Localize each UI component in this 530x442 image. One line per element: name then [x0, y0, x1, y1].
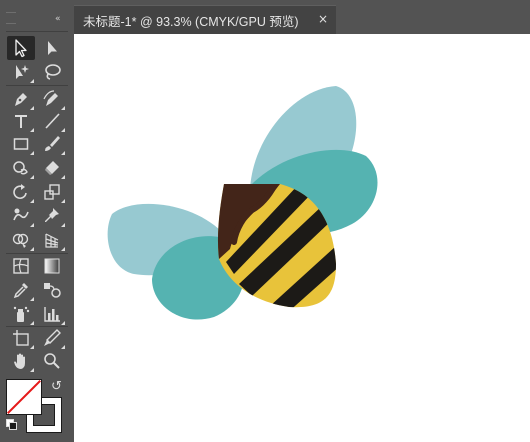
pen-tool[interactable] — [7, 87, 35, 111]
shape-builder-tool[interactable] — [7, 228, 35, 252]
mesh-tool[interactable] — [7, 254, 35, 278]
eraser-icon — [45, 161, 59, 175]
mesh-icon — [13, 258, 29, 274]
paintbrush-tool[interactable] — [38, 132, 66, 156]
white-arrow-icon — [48, 41, 57, 55]
zoom-tool[interactable] — [38, 349, 66, 373]
panel-grip[interactable] — [6, 12, 16, 24]
scale-icon — [44, 184, 60, 200]
fill-stroke-swatches: ↺ — [6, 377, 68, 442]
line-icon — [45, 113, 60, 129]
type-icon — [15, 115, 27, 128]
selection-tool[interactable] — [7, 36, 35, 60]
magic-wand-tool[interactable] — [7, 60, 35, 84]
arrow-icon — [15, 39, 27, 58]
artboard-tool[interactable] — [7, 326, 35, 350]
blend-icon — [44, 283, 61, 298]
magic-wand-icon — [16, 65, 29, 79]
close-icon[interactable]: × — [318, 12, 328, 26]
default-fill-stroke-icon[interactable] — [6, 419, 17, 430]
magnifier-icon — [44, 353, 60, 369]
knife-icon — [44, 329, 61, 346]
pin-icon — [45, 208, 59, 222]
fill-swatch[interactable] — [6, 379, 42, 415]
rectangle-tool[interactable] — [7, 132, 35, 156]
direct-selection-tool[interactable] — [38, 36, 66, 60]
collapse-panel-icon[interactable]: « — [55, 14, 61, 24]
rectangle-icon — [13, 138, 29, 150]
none-color-slash — [7, 380, 41, 414]
shaper-icon — [13, 161, 28, 175]
lasso-tool[interactable] — [38, 60, 66, 84]
shaper-tool[interactable] — [7, 156, 35, 180]
blend-tool[interactable] — [38, 278, 66, 302]
hand-tool[interactable] — [7, 349, 35, 373]
tools-panel: « ↺ — [0, 0, 74, 442]
warp-tool[interactable] — [7, 204, 35, 228]
bee-illustration[interactable] — [74, 34, 530, 442]
curvature-tool[interactable] — [38, 87, 66, 111]
hand-icon — [14, 353, 25, 369]
perspective-grid-icon — [45, 233, 59, 248]
symbol-sprayer-tool[interactable] — [7, 302, 35, 326]
artboard-canvas[interactable] — [74, 34, 530, 442]
gradient-tool[interactable] — [38, 254, 66, 278]
perspective-grid-tool[interactable] — [38, 228, 66, 252]
eyedropper-icon — [13, 283, 28, 299]
column-graph-tool[interactable] — [38, 302, 66, 326]
bar-graph-icon — [44, 307, 60, 322]
swap-fill-stroke-icon[interactable]: ↺ — [51, 379, 62, 394]
artboard-icon — [13, 330, 29, 346]
rotate-tool[interactable] — [7, 180, 35, 204]
brush-icon — [45, 136, 60, 151]
eyedropper-tool[interactable] — [7, 278, 35, 302]
puppet-warp-tool[interactable] — [38, 204, 66, 228]
divider — [6, 85, 68, 86]
shape-builder-icon — [12, 233, 29, 248]
divider — [6, 31, 68, 32]
warp-icon — [13, 208, 29, 221]
slice-tool[interactable] — [38, 326, 66, 350]
gradient-icon — [44, 258, 60, 274]
symbol-sprayer-icon — [13, 306, 30, 322]
pen-icon — [15, 93, 27, 106]
curvature-pen-icon — [43, 90, 58, 106]
line-segment-tool[interactable] — [38, 109, 66, 133]
lasso-icon — [45, 64, 61, 80]
rotate-icon — [13, 184, 27, 200]
eraser-tool[interactable] — [38, 156, 66, 180]
type-tool[interactable] — [7, 109, 35, 133]
document-tab[interactable]: 未标题-1* @ 93.3% (CMYK/GPU 预览) × — [74, 5, 336, 34]
scale-tool[interactable] — [38, 180, 66, 204]
document-tab-bar: 未标题-1* @ 93.3% (CMYK/GPU 预览) × — [74, 0, 530, 34]
document-tab-title: 未标题-1* @ 93.3% (CMYK/GPU 预览) — [83, 14, 299, 29]
